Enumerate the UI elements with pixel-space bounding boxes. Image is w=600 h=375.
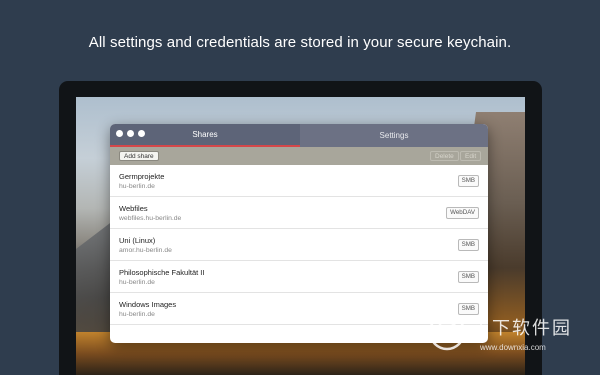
window-titlebar: Shares Settings	[110, 124, 488, 147]
headline: All settings and credentials are stored …	[88, 34, 512, 51]
add-share-button[interactable]: Add share	[119, 151, 159, 161]
share-host: hu-berlin.de	[119, 279, 155, 286]
watermark-text: 当下软件园	[472, 318, 572, 338]
share-host: amor.hu-berlin.de	[119, 247, 172, 254]
zoom-window-button[interactable]	[138, 130, 145, 137]
share-name: Philosophische Fakultät II	[119, 268, 205, 277]
watermark-url: www.downxia.com	[480, 343, 546, 352]
share-type-badge: SMB	[457, 271, 479, 283]
share-name: Windows Images	[119, 300, 177, 309]
share-name: Germprojekte	[119, 172, 165, 181]
list-item[interactable]: Philosophische Fakultät II hu-berlin.de …	[110, 261, 488, 293]
share-name: Uni (Linux)	[119, 236, 156, 245]
list-item[interactable]: Germprojekte hu-berlin.de SMB	[110, 165, 488, 197]
share-host: webfiles.hu-berlin.de	[119, 215, 182, 222]
shares-list: Germprojekte hu-berlin.de SMB Webfiles w…	[110, 165, 488, 325]
share-host: hu-berlin.de	[119, 311, 155, 318]
minimize-window-button[interactable]	[127, 130, 134, 137]
share-type-badge: WebDAV	[446, 207, 479, 219]
share-name: Webfiles	[119, 204, 148, 213]
list-item[interactable]: Webfiles webfiles.hu-berlin.de WebDAV	[110, 197, 488, 229]
share-type-badge: SMB	[457, 239, 479, 251]
list-item[interactable]: Uni (Linux) amor.hu-berlin.de SMB	[110, 229, 488, 261]
tab-settings[interactable]: Settings	[300, 124, 488, 147]
app-window: Shares Settings Add share Delete Edit Ge…	[110, 124, 488, 343]
share-host: hu-berlin.de	[119, 183, 155, 190]
watermark-logo-icon	[428, 313, 466, 351]
tab-settings-label: Settings	[379, 131, 409, 140]
tab-shares-label: Shares	[192, 130, 218, 139]
toolbar: Add share Delete Edit	[110, 147, 488, 165]
edit-button[interactable]: Edit	[460, 151, 482, 161]
share-type-badge: SMB	[457, 175, 479, 187]
delete-button[interactable]: Delete	[430, 151, 459, 161]
close-window-button[interactable]	[116, 130, 123, 137]
